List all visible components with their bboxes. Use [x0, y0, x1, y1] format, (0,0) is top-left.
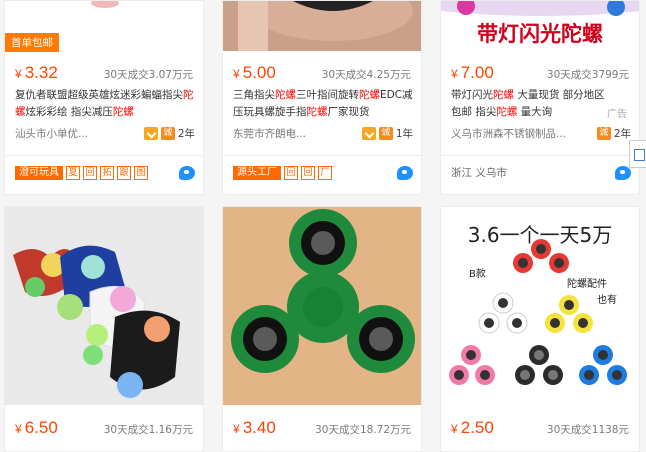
sales-volume: 30天成交3799元 [546, 69, 629, 81]
sales-volume: 30天成交1.16万元 [103, 424, 193, 436]
sales-volume: 30天成交1138元 [546, 424, 629, 436]
sales-volume: 30天成交4.25万元 [321, 69, 411, 81]
image-caption-top: 3.6一个一天5万 [467, 223, 613, 247]
price-line: ¥5.00 30天成交4.25万元 [233, 63, 411, 85]
service-tag: 图 [134, 165, 148, 180]
price-line: ¥3.40 30天成交18.72万元 [233, 418, 411, 440]
sales-volume: 30天成交18.72万元 [315, 424, 411, 436]
product-image-3[interactable]: 带灯闪光陀螺 [441, 1, 639, 51]
service-tag: 跟 [117, 165, 131, 180]
image-label-b: B款 [469, 269, 486, 280]
service-tag: 回 [301, 165, 315, 180]
service-tags: 源头工厂 回 回 厂 [223, 155, 421, 189]
service-tag: 回 [284, 165, 298, 180]
location-line: 浙江 义乌市 [441, 155, 639, 189]
price: ¥3.40 [233, 418, 276, 437]
price: ¥2.50 [451, 418, 494, 437]
gold-supplier-icon [361, 126, 376, 140]
image-label-parts: 陀螺配件 [567, 279, 607, 290]
brand-tag: 澄可玩具 [15, 165, 63, 180]
integrity-icon: 诚 [160, 126, 175, 140]
service-tag: 拓 [100, 165, 114, 180]
service-tag: 夏 [66, 165, 80, 180]
wangwang-chat-icon[interactable] [397, 166, 413, 180]
side-toolbar-button[interactable] [629, 140, 646, 168]
product-card-4[interactable]: ¥6.50 30天成交1.16万元 [4, 206, 204, 452]
price: ¥6.50 [15, 418, 58, 437]
price: ¥5.00 [233, 63, 276, 82]
product-card-1[interactable]: 首单包邮 ¥3.32 30天成交3.07万元 复仇者联盟超级英雄炫迷彩蝙蝠指尖陀… [4, 0, 204, 195]
product-image-4[interactable] [5, 207, 203, 405]
service-tag: 回 [83, 165, 97, 180]
image-label-also: 也有 [597, 295, 617, 306]
product-card-5[interactable]: ¥3.40 30天成交18.72万元 [222, 206, 422, 452]
price: ¥3.32 [15, 63, 58, 82]
gold-supplier-icon [143, 126, 158, 140]
shop-line: 汕头市小单优... 诚 2年 [15, 124, 195, 142]
location: 浙江 义乌市 [451, 167, 507, 179]
product-title[interactable]: 带灯闪光陀螺 大量现货 部分地区包邮 指尖陀螺 量大询 [451, 87, 609, 121]
product-card-6[interactable]: 3.6一个一天5万 B款 陀螺配件 也有 ¥2.50 30天成交1138元 [440, 206, 640, 452]
integrity-icon: 诚 [378, 126, 393, 140]
first-order-free-shipping-tag: 首单包邮 [5, 33, 59, 52]
ad-label: 广告 [607, 109, 627, 120]
shop-name[interactable]: 东莞市齐朗电... [233, 126, 306, 141]
product-card-3[interactable]: 带灯闪光陀螺 ¥7.00 30天成交3799元 带灯闪光陀螺 大量现货 部分地区… [440, 0, 640, 195]
price-line: ¥2.50 30天成交1138元 [451, 418, 629, 440]
integrity-icon: 诚 [596, 126, 611, 140]
price-line: ¥6.50 30天成交1.16万元 [15, 418, 193, 440]
membership-years: 1年 [395, 127, 413, 140]
membership-years: 2年 [613, 127, 631, 140]
shop-line: 义乌市洲森不锈钢制品... 诚 2年 [451, 124, 631, 142]
image-banner-text: 带灯闪光陀螺 [477, 22, 603, 46]
product-image-5[interactable] [223, 207, 421, 405]
service-tags: 澄可玩具 夏 回 拓 跟 图 [5, 155, 203, 189]
wangwang-chat-icon[interactable] [179, 166, 195, 180]
wangwang-chat-icon[interactable] [615, 166, 631, 180]
membership-years: 2年 [177, 127, 195, 140]
sales-volume: 30天成交3.07万元 [103, 69, 193, 81]
product-image-1[interactable] [5, 1, 203, 27]
product-image-6[interactable]: 3.6一个一天5万 B款 陀螺配件 也有 [441, 207, 639, 405]
shop-name[interactable]: 义乌市洲森不锈钢制品... [451, 126, 566, 141]
product-title[interactable]: 复仇者联盟超级英雄炫迷彩蝙蝠指尖陀螺炫彩彩绘 指尖减压陀螺 [15, 87, 195, 121]
source-factory-tag: 源头工厂 [233, 165, 281, 180]
product-card-2[interactable]: ¥5.00 30天成交4.25万元 三角指尖陀螺三叶指间旋转陀螺EDC减压玩具螺… [222, 0, 422, 195]
shop-line: 东莞市齐朗电... 诚 1年 [233, 124, 413, 142]
product-image-2[interactable] [223, 1, 421, 51]
shop-name[interactable]: 汕头市小单优... [15, 126, 88, 141]
product-title[interactable]: 三角指尖陀螺三叶指间旋转陀螺EDC减压玩具螺旋手指陀螺厂家现货 [233, 87, 413, 121]
price-line: ¥7.00 30天成交3799元 [451, 63, 629, 85]
price: ¥7.00 [451, 63, 494, 82]
service-tag: 厂 [318, 165, 332, 180]
price-line: ¥3.32 30天成交3.07万元 [15, 63, 193, 85]
